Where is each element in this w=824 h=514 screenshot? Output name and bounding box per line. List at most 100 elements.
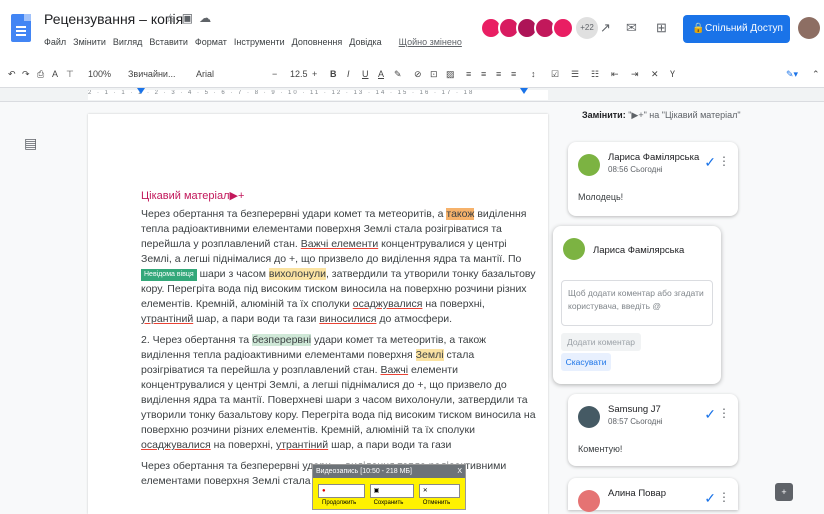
document-title[interactable]: Рецензування – копія bbox=[44, 11, 183, 27]
activity-trend-icon[interactable]: ↗ bbox=[600, 20, 611, 36]
p2-text: шар, а пари води та гази bbox=[328, 439, 452, 451]
recorder-resume-button[interactable]: ● Продолжить bbox=[318, 484, 365, 506]
pencil-icon[interactable]: ✎▾ bbox=[786, 69, 798, 80]
p2-highlight: безперервні bbox=[252, 334, 312, 346]
document-heading[interactable]: Цікавий матеріал▶+ bbox=[141, 189, 536, 204]
increase-indent-icon[interactable]: ⇥ bbox=[631, 69, 639, 80]
undo-icon[interactable]: ↶ bbox=[8, 69, 16, 80]
cancel-x-icon: ✕ bbox=[422, 488, 428, 494]
menu-file[interactable]: Файл bbox=[44, 37, 66, 47]
p1-highlight: також bbox=[446, 208, 475, 220]
more-collaborators-count[interactable]: +22 bbox=[576, 17, 598, 39]
present-meet-icon[interactable]: ⊞ bbox=[656, 20, 667, 36]
share-button[interactable]: 🔒 Спільний Доступ bbox=[683, 15, 790, 43]
align-right-icon[interactable]: ≡ bbox=[496, 69, 501, 79]
text-color-button[interactable]: A bbox=[378, 69, 384, 79]
link-icon[interactable]: ⊘ bbox=[414, 69, 422, 80]
document-page[interactable]: Цікавий матеріал▶+ Через обертання та бе… bbox=[88, 114, 548, 514]
comments-history-icon[interactable]: ✉ bbox=[626, 20, 637, 36]
suggestion-summary[interactable]: Замінити: "▶+" на "Цікавий матеріал" bbox=[582, 110, 741, 121]
ruler: 2 · 1 · 1 · 1 · 2 · 3 · 4 · 5 · 6 · 7 · … bbox=[0, 88, 824, 102]
add-comment-button[interactable]: Додати коментар bbox=[561, 333, 641, 351]
menu-insert[interactable]: Вставити bbox=[149, 37, 188, 47]
line-spacing-icon[interactable]: ↕ bbox=[531, 69, 536, 79]
style-select[interactable]: Звичайни... bbox=[128, 69, 175, 79]
highlight-icon[interactable]: ✎ bbox=[394, 69, 402, 80]
paragraph-2[interactable]: 2. Через обертання та безперервні удари … bbox=[141, 333, 536, 453]
menu-format[interactable]: Формат bbox=[195, 37, 227, 47]
recorder-save-button[interactable]: ▣ Сохранить bbox=[369, 484, 414, 506]
clear-formatting-icon[interactable]: ✕ bbox=[651, 69, 659, 80]
p1-underlined: Важчі елементи bbox=[300, 238, 379, 250]
suggestion-prefix: Замінити: bbox=[582, 110, 626, 120]
suggestion-text: "▶+" на "Цікавий матеріал" bbox=[628, 110, 741, 120]
spellcheck-icon[interactable]: A bbox=[52, 69, 58, 79]
resolve-check-icon[interactable]: ✓ bbox=[704, 154, 716, 171]
add-comment-side-icon[interactable]: + bbox=[775, 483, 793, 501]
p1-underlined: утрантіний bbox=[141, 313, 194, 325]
cloud-status-icon[interactable]: ☁ bbox=[199, 11, 217, 25]
screen-recorder-panel[interactable]: Видеозапись [10:50 - 218 МБ] X ● Продолж… bbox=[312, 464, 466, 510]
italic-button[interactable]: I bbox=[347, 69, 350, 79]
redo-icon[interactable]: ↷ bbox=[22, 69, 30, 80]
comment-icon[interactable]: ⊡ bbox=[430, 69, 438, 80]
account-avatar[interactable] bbox=[798, 17, 820, 39]
numbered-list-icon[interactable]: ☷ bbox=[591, 69, 599, 80]
star-icon[interactable]: ☆ bbox=[165, 11, 182, 25]
font-select[interactable]: Arial bbox=[196, 69, 214, 79]
collapse-toolbar-icon[interactable]: ⌃ bbox=[812, 69, 820, 80]
paint-format-icon[interactable]: ⊤ bbox=[66, 69, 74, 80]
recorder-cancel-button[interactable]: ✕ Отменить bbox=[418, 484, 461, 506]
align-center-icon[interactable]: ≡ bbox=[481, 69, 486, 79]
justify-icon[interactable]: ≡ bbox=[511, 69, 516, 79]
more-options-icon[interactable]: ⋮ bbox=[718, 406, 730, 420]
font-size-decrease-button[interactable]: − bbox=[272, 69, 277, 79]
p1-underlined: осаджувалися bbox=[352, 298, 423, 310]
underline-button[interactable]: U bbox=[362, 69, 369, 79]
left-indent-marker[interactable] bbox=[137, 88, 145, 94]
menu-edit[interactable]: Змінити bbox=[73, 37, 106, 47]
collaborator-cursor-label: Невідома вівця bbox=[141, 269, 197, 281]
comment-card[interactable]: Лариса Фамілярська 08:56 Сьогодні ✓ ⋮ Мо… bbox=[568, 142, 738, 216]
recorder-close-button[interactable]: X bbox=[457, 465, 462, 478]
docs-logo-icon[interactable] bbox=[11, 14, 31, 42]
menu-addons[interactable]: Доповнення bbox=[292, 37, 343, 47]
font-size-input[interactable]: 12.5 bbox=[290, 69, 308, 79]
title-bar: Рецензування – копія ☆▣☁ Файл Змінити Ви… bbox=[0, 0, 824, 62]
resolve-check-icon[interactable]: ✓ bbox=[704, 406, 716, 423]
menu-help[interactable]: Довідка bbox=[349, 37, 381, 47]
save-disk-icon: ▣ bbox=[373, 488, 380, 494]
comment-card[interactable]: Samsung J7 08:57 Сьогодні ✓ ⋮ Коментую! bbox=[568, 394, 738, 466]
cancel-comment-button[interactable]: Скасувати bbox=[561, 353, 611, 371]
right-indent-marker[interactable] bbox=[520, 88, 528, 94]
bulleted-list-icon[interactable]: ☰ bbox=[571, 69, 579, 80]
bold-button[interactable]: B bbox=[330, 69, 337, 79]
document-outline-icon[interactable]: ▤ bbox=[24, 135, 37, 152]
comment-input[interactable]: Щоб додати коментар або згадати користув… bbox=[561, 280, 713, 326]
decrease-indent-icon[interactable]: ⇤ bbox=[611, 69, 619, 80]
p2-highlight: Землі bbox=[415, 349, 444, 361]
font-size-increase-button[interactable]: + bbox=[312, 69, 317, 79]
align-left-icon[interactable]: ≡ bbox=[466, 69, 471, 79]
more-options-icon[interactable]: ⋮ bbox=[718, 490, 730, 504]
image-icon[interactable]: ▨ bbox=[446, 69, 455, 80]
move-folder-icon[interactable]: ▣ bbox=[182, 11, 199, 25]
resolve-check-icon[interactable]: ✓ bbox=[704, 490, 716, 507]
menu-view[interactable]: Вигляд bbox=[113, 37, 143, 47]
p2-text: на поверхні, bbox=[210, 439, 276, 451]
recorder-title-bar[interactable]: Видеозапись [10:50 - 218 МБ] X bbox=[313, 465, 465, 478]
comment-card[interactable]: Алина Повар ✓ ⋮ bbox=[568, 478, 738, 512]
ruler-scale[interactable]: 2 · 1 · 1 · 1 · 2 · 3 · 4 · 5 · 6 · 7 · … bbox=[88, 90, 548, 100]
input-tools-button[interactable]: Ү bbox=[670, 69, 675, 79]
more-options-icon[interactable]: ⋮ bbox=[718, 154, 730, 168]
zoom-select[interactable]: 100% bbox=[88, 69, 111, 79]
document-body[interactable]: Цікавий матеріал▶+ Через обертання та бе… bbox=[141, 189, 536, 489]
paragraph-1[interactable]: Через обертання та безперервні удари ком… bbox=[141, 207, 536, 327]
menu-tools[interactable]: Інструменти bbox=[234, 37, 285, 47]
last-edit-link[interactable]: Щойно змінено bbox=[399, 37, 462, 47]
p1-text: шар, а пари води та гази bbox=[193, 313, 320, 325]
new-comment-card[interactable]: Лариса Фамілярська Щоб додати коментар а… bbox=[553, 226, 721, 384]
print-icon[interactable]: ⎙ bbox=[37, 69, 44, 80]
avatar[interactable] bbox=[552, 17, 574, 39]
checklist-icon[interactable]: ☑ bbox=[551, 69, 559, 80]
